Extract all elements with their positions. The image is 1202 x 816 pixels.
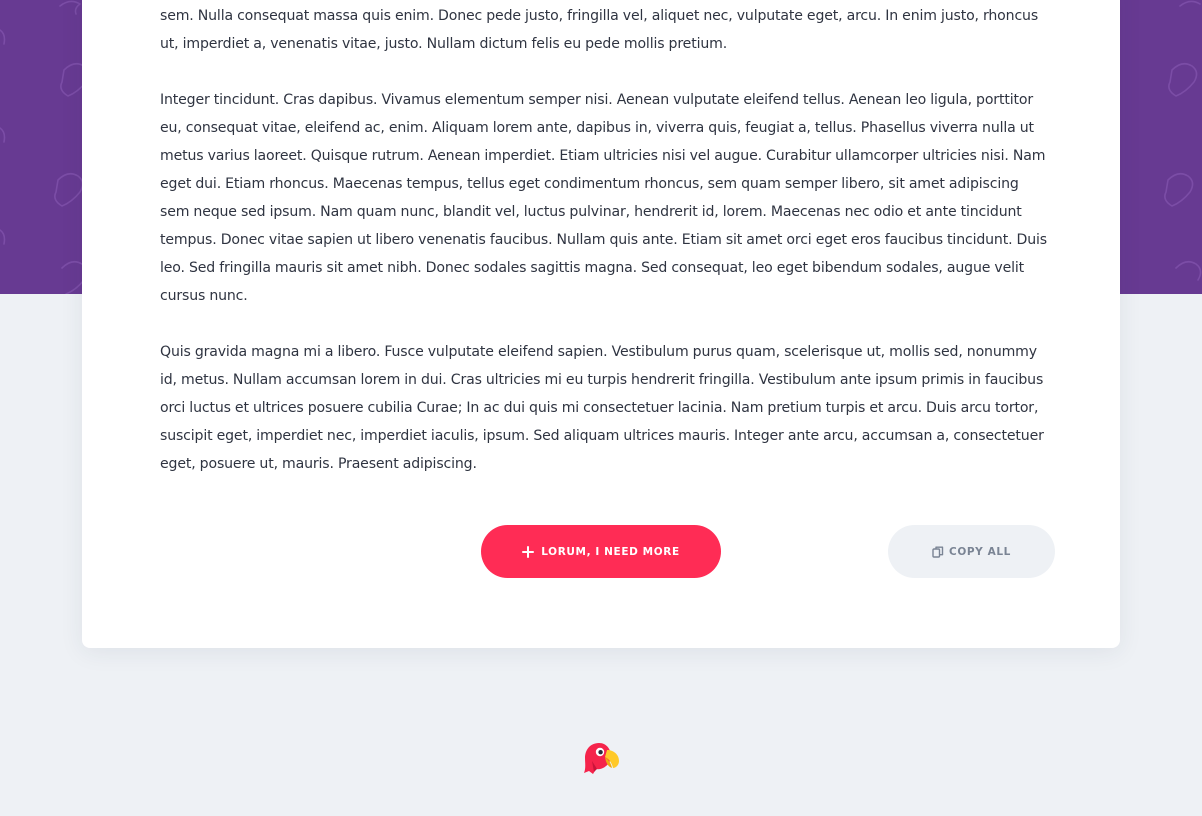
copy-all-button[interactable]: COPY ALL — [888, 525, 1055, 578]
copy-icon — [932, 546, 944, 558]
more-lorem-button[interactable]: LORUM, I NEED MORE — [481, 525, 721, 578]
more-lorem-label: LORUM, I NEED MORE — [541, 545, 680, 558]
article-content: sem. Nulla consequat massa quis enim. Do… — [160, 2, 1050, 506]
paragraph: sem. Nulla consequat massa quis enim. Do… — [160, 8, 1039, 52]
paragraph: Integer tincidunt. Cras dapibus. Vivamus… — [160, 92, 1047, 304]
copy-all-label: COPY ALL — [949, 545, 1011, 558]
plus-icon — [522, 545, 535, 558]
parrot-logo[interactable] — [583, 741, 621, 775]
paragraph: Quis gravida magna mi a libero. Fusce vu… — [160, 344, 1044, 472]
article-card: sem. Nulla consequat massa quis enim. Do… — [82, 0, 1120, 648]
